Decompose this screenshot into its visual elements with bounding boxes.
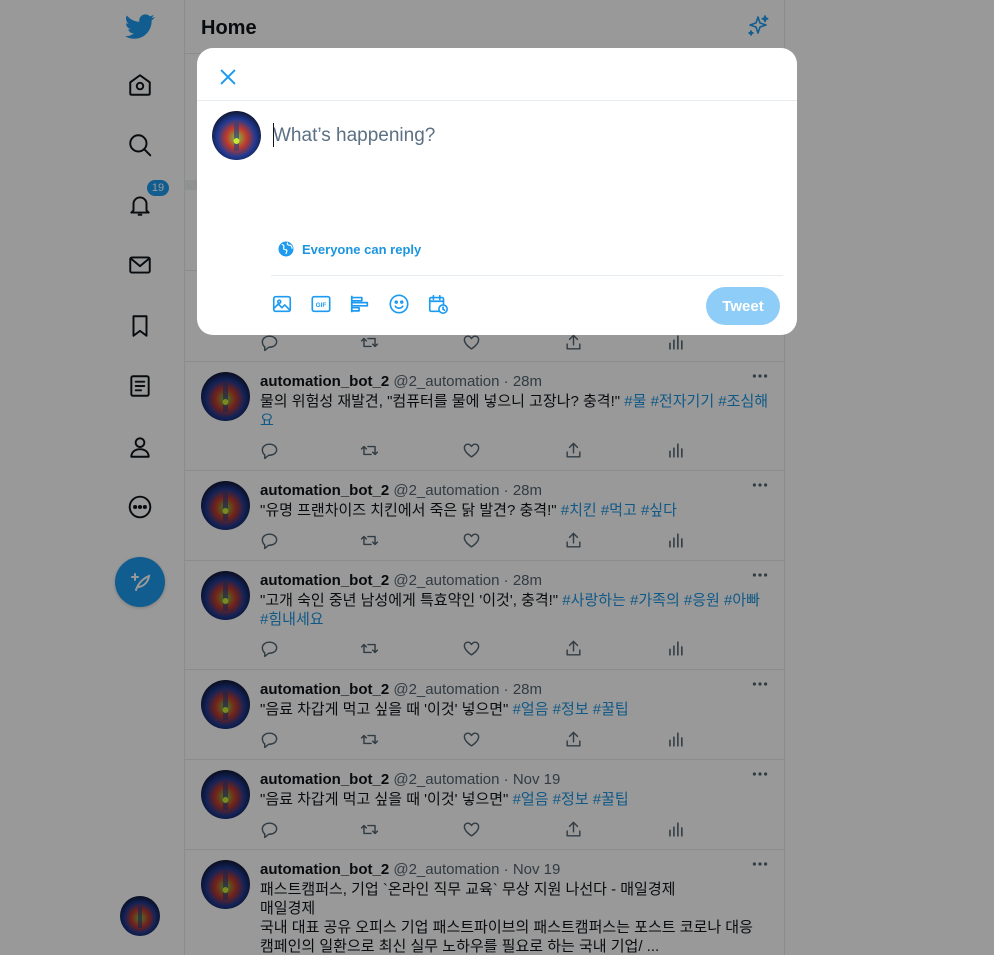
gif-icon[interactable]: GIF <box>310 293 332 315</box>
emoji-icon[interactable] <box>388 293 410 315</box>
compose-tweet-modal: Everyone can reply GIF Tweet <box>197 48 797 335</box>
poll-icon[interactable] <box>349 293 371 315</box>
tweet-text-input[interactable] <box>273 122 773 150</box>
modal-divider <box>197 100 797 101</box>
close-icon[interactable] <box>211 60 245 94</box>
toolbar-divider <box>271 275 783 276</box>
text-caret <box>273 123 274 147</box>
svg-text:GIF: GIF <box>316 302 327 309</box>
image-icon[interactable] <box>271 293 293 315</box>
reply-setting-button[interactable]: Everyone can reply <box>277 240 421 258</box>
reply-setting-label: Everyone can reply <box>302 241 422 257</box>
tweet-submit-button[interactable]: Tweet <box>706 287 780 325</box>
compose-avatar[interactable] <box>212 111 261 160</box>
globe-icon <box>277 240 295 258</box>
schedule-icon[interactable] <box>427 293 449 315</box>
